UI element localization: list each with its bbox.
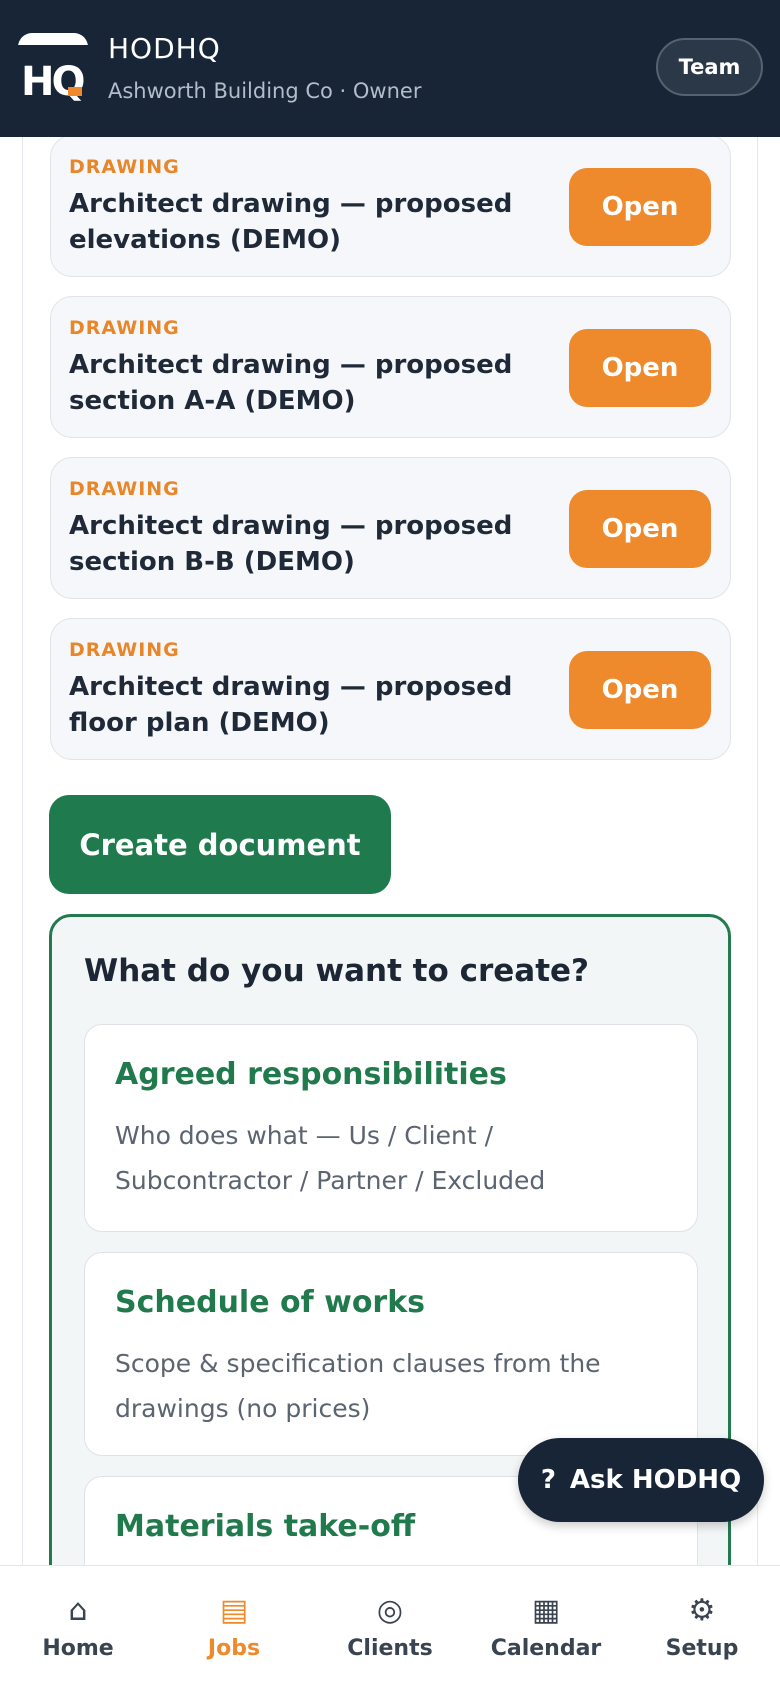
nav-label: Clients xyxy=(347,1636,433,1661)
document-title: Architect drawing — proposed floor plan … xyxy=(69,672,513,738)
bottom-nav: ⌂ Home ▤ Jobs ◎ Clients ▦ Calendar ⚙ Set… xyxy=(0,1565,780,1688)
home-icon: ⌂ xyxy=(68,1592,88,1628)
document-card: DRAWING Architect drawing — proposed ele… xyxy=(50,135,731,277)
document-kind: DRAWING xyxy=(69,639,180,661)
open-button[interactable]: Open xyxy=(569,329,711,407)
option-schedule-of-works[interactable]: Schedule of works Scope & specification … xyxy=(84,1252,698,1456)
open-button[interactable]: Open xyxy=(569,490,711,568)
nav-setup[interactable]: ⚙ Setup xyxy=(632,1566,772,1676)
create-document-panel: What do you want to create? Agreed respo… xyxy=(49,914,731,1634)
open-button[interactable]: Open xyxy=(569,168,711,246)
company-role: Ashworth Building Co · Owner xyxy=(108,79,422,103)
brand-block: HODHQ Ashworth Building Co · Owner xyxy=(108,32,421,106)
document-card: DRAWING Architect drawing — proposed flo… xyxy=(50,618,731,760)
open-button[interactable]: Open xyxy=(569,651,711,729)
nav-label: Calendar xyxy=(490,1636,602,1661)
nav-label: Home xyxy=(42,1636,114,1661)
document-card: DRAWING Architect drawing — proposed sec… xyxy=(50,296,731,438)
option-title: Materials take-off xyxy=(115,1509,416,1544)
hodhq-logo-icon[interactable]: HQ xyxy=(16,31,90,105)
nav-home[interactable]: ⌂ Home xyxy=(8,1566,148,1676)
document-title: Architect drawing — proposed section A-A… xyxy=(69,350,513,416)
app-header: HQ HODHQ Ashworth Building Co · Owner Te… xyxy=(0,0,780,137)
option-title: Schedule of works xyxy=(115,1285,426,1320)
document-kind: DRAWING xyxy=(69,156,180,178)
svg-text:HQ: HQ xyxy=(21,59,83,105)
brand-name: HODHQ xyxy=(108,32,221,65)
nav-label: Jobs xyxy=(207,1636,261,1661)
nav-clients[interactable]: ◎ Clients xyxy=(320,1566,460,1676)
panel-title: What do you want to create? xyxy=(84,953,590,989)
ask-hodhq-button[interactable]: ? Ask HODHQ xyxy=(518,1438,764,1522)
option-agreed-responsibilities[interactable]: Agreed responsibilities Who does what — … xyxy=(84,1024,698,1232)
nav-jobs[interactable]: ▤ Jobs xyxy=(164,1566,304,1676)
calendar-icon: ▦ xyxy=(531,1592,561,1628)
option-title: Agreed responsibilities xyxy=(115,1057,507,1092)
create-document-button[interactable]: Create document xyxy=(49,795,391,894)
document-kind: DRAWING xyxy=(69,478,180,500)
nav-calendar[interactable]: ▦ Calendar xyxy=(476,1566,616,1676)
document-title: Architect drawing — proposed section B-B… xyxy=(69,511,513,577)
clients-icon: ◎ xyxy=(376,1592,404,1628)
option-description: Who does what — Us / Client / Subcontrac… xyxy=(115,1121,546,1195)
nav-label: Setup xyxy=(665,1636,739,1661)
jobs-icon: ▤ xyxy=(219,1592,249,1628)
team-button[interactable]: Team xyxy=(656,38,763,96)
document-card: DRAWING Architect drawing — proposed sec… xyxy=(50,457,731,599)
help-icon: ? xyxy=(540,1465,556,1495)
document-title: Architect drawing — proposed elevations … xyxy=(69,189,513,255)
gear-icon: ⚙ xyxy=(688,1592,716,1628)
ask-label: Ask HODHQ xyxy=(569,1465,742,1495)
option-description: Scope & specification clauses from the d… xyxy=(115,1349,601,1423)
document-kind: DRAWING xyxy=(69,317,180,339)
